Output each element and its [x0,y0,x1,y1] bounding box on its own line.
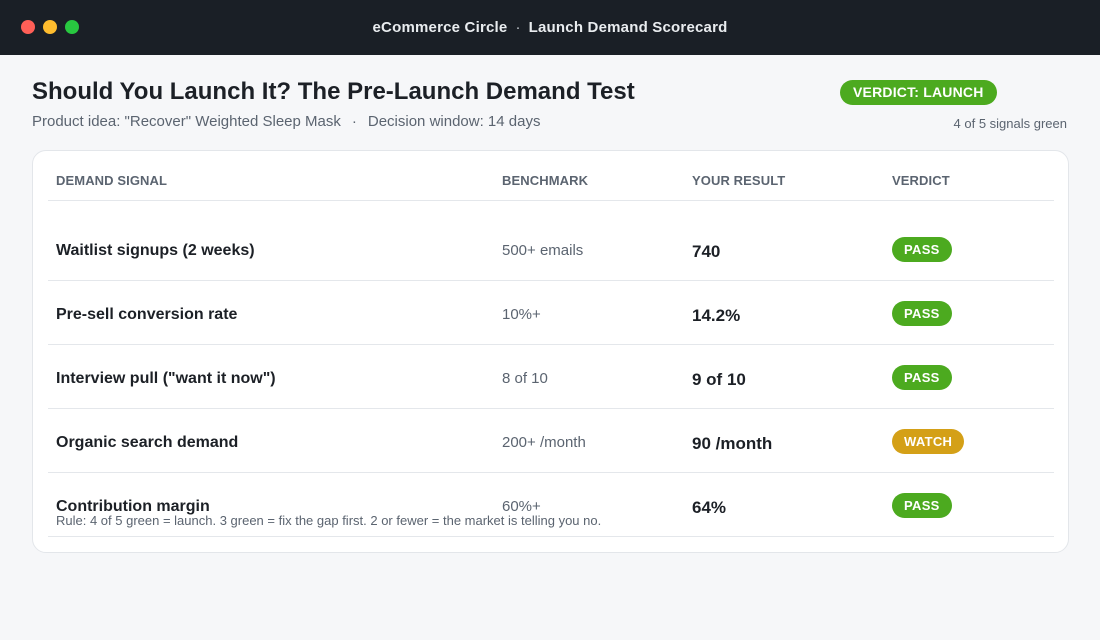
window-titlebar: eCommerce Circle · Launch Demand Scorecard [0,0,1100,55]
verdict-pill: PASS [892,493,952,518]
verdict-pill: PASS [892,237,952,262]
signal-name: Interview pull ("want it now") [56,370,276,387]
product-idea: Product idea: "Recover" Weighted Sleep M… [32,113,341,130]
column-header-signal: DEMAND SIGNAL [56,173,168,188]
window-title-separator: · [515,19,521,36]
table-row: Interview pull ("want it now") 8 of 10 9… [48,345,1054,409]
signal-name: Waitlist signups (2 weeks) [56,242,255,259]
window-title-doc: Launch Demand Scorecard [528,19,728,36]
benchmark-value: 200+ /month [502,434,586,451]
decision-window: Decision window: 14 days [367,113,541,130]
table-header: DEMAND SIGNAL BENCHMARK YOUR RESULT VERD… [48,151,1054,201]
signal-name: Organic search demand [56,434,239,451]
page-subtitle: Product idea: "Recover" Weighted Sleep M… [32,113,540,130]
window-title-app: eCommerce Circle [372,19,508,36]
window-title: eCommerce Circle · Launch Demand Scorecard [0,19,1100,36]
page-title: Should You Launch It? The Pre-Launch Dem… [32,78,635,105]
result-value: 90 /month [692,434,773,453]
table-row: Pre-sell conversion rate 10%+ 14.2% PASS [48,281,1054,345]
column-header-result: YOUR RESULT [692,173,786,188]
signal-count: 4 of 5 signals green [953,116,1067,131]
result-value: 14.2% [692,306,741,325]
benchmark-value: 8 of 10 [502,370,548,387]
verdict-badge: VERDICT: LAUNCH [840,80,997,105]
result-value: 9 of 10 [692,370,746,389]
column-header-verdict: VERDICT [892,173,950,188]
verdict-pill: PASS [892,365,952,390]
result-value: 740 [692,242,721,261]
rule-note: Rule: 4 of 5 green = launch. 3 green = f… [56,513,602,528]
column-header-benchmark: BENCHMARK [502,173,589,188]
signal-name: Pre-sell conversion rate [56,306,238,323]
result-value: 64% [692,498,727,517]
benchmark-value: 500+ emails [502,242,584,259]
verdict-pill: PASS [892,301,952,326]
verdict-pill: WATCH [892,429,965,454]
scorecard-table: DEMAND SIGNAL BENCHMARK YOUR RESULT VERD… [32,150,1069,553]
benchmark-value: 10%+ [502,306,541,323]
subtitle-separator: · [351,113,357,130]
table-row: Waitlist signups (2 weeks) 500+ emails 7… [48,217,1054,281]
table-row: Organic search demand 200+ /month 90 /mo… [48,409,1054,473]
